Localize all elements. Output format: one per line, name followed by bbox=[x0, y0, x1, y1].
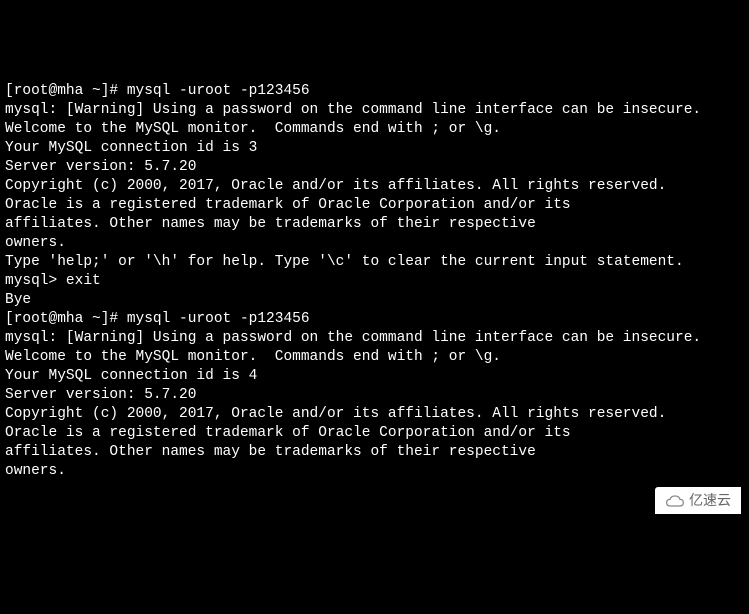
terminal-line: Type 'help;' or '\h' for help. Type '\c'… bbox=[5, 253, 744, 272]
watermark-badge: 亿速云 bbox=[655, 487, 741, 514]
terminal-line: mysql> exit bbox=[5, 272, 744, 291]
watermark-text: 亿速云 bbox=[689, 491, 731, 510]
terminal-line: Oracle is a registered trademark of Orac… bbox=[5, 196, 744, 215]
terminal-line: Bye bbox=[5, 291, 744, 310]
terminal-line: Server version: 5.7.20 bbox=[5, 158, 744, 177]
cloud-icon bbox=[665, 494, 685, 508]
terminal-line: mysql: [Warning] Using a password on the… bbox=[5, 329, 744, 348]
terminal-line: Your MySQL connection id is 3 bbox=[5, 139, 744, 158]
terminal-line: owners. bbox=[5, 234, 744, 253]
terminal-line: owners. bbox=[5, 462, 744, 481]
terminal-line: Server version: 5.7.20 bbox=[5, 386, 744, 405]
terminal-line: affiliates. Other names may be trademark… bbox=[5, 443, 744, 462]
terminal-line: [root@mha ~]# mysql -uroot -p123456 bbox=[5, 82, 744, 101]
terminal-line: affiliates. Other names may be trademark… bbox=[5, 215, 744, 234]
terminal-line: [root@mha ~]# mysql -uroot -p123456 bbox=[5, 310, 744, 329]
terminal-output[interactable]: [root@mha ~]# mysql -uroot -p123456mysql… bbox=[5, 82, 744, 481]
terminal-line: Oracle is a registered trademark of Orac… bbox=[5, 424, 744, 443]
terminal-line: mysql: [Warning] Using a password on the… bbox=[5, 101, 744, 120]
terminal-line: Copyright (c) 2000, 2017, Oracle and/or … bbox=[5, 405, 744, 424]
terminal-line: Welcome to the MySQL monitor. Commands e… bbox=[5, 348, 744, 367]
terminal-line: Your MySQL connection id is 4 bbox=[5, 367, 744, 386]
terminal-line: Copyright (c) 2000, 2017, Oracle and/or … bbox=[5, 177, 744, 196]
terminal-line: Welcome to the MySQL monitor. Commands e… bbox=[5, 120, 744, 139]
